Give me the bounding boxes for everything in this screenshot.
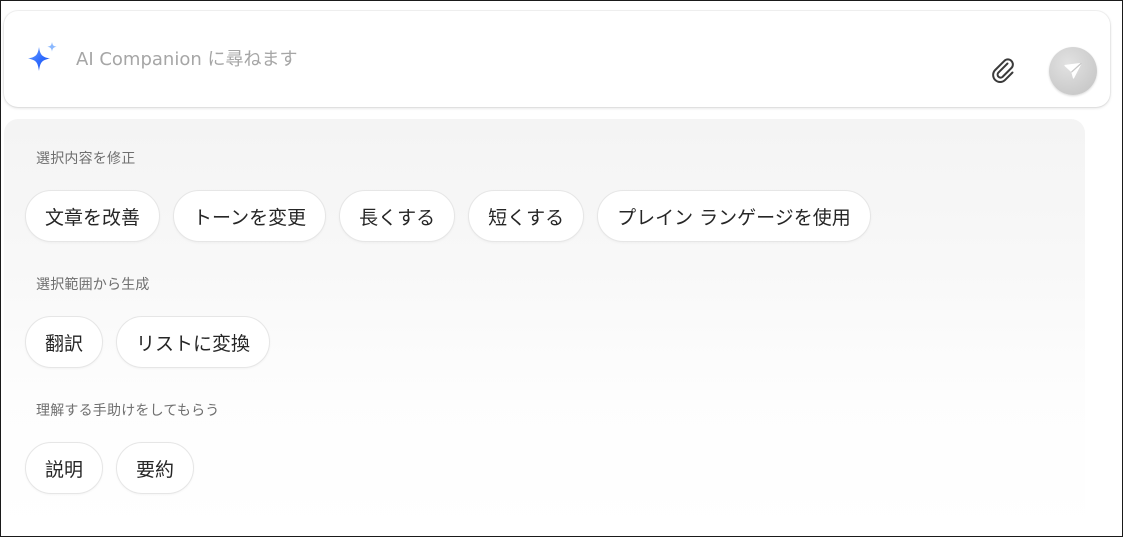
plain-language-chip[interactable]: プレイン ランゲージを使用 [597, 190, 871, 242]
improve-writing-chip[interactable]: 文章を改善 [25, 190, 161, 242]
section-title-generate: 選択範囲から生成 [36, 277, 150, 293]
make-longer-chip[interactable]: 長くする [339, 190, 456, 242]
chip-row-generate: 翻訳 リストに変換 [25, 316, 271, 370]
suggestions-panel: 選択内容を修正 文章を改善 トーンを変更 長くする 短くする プレイン ランゲー… [4, 119, 1085, 535]
section-title-modify: 選択内容を修正 [36, 151, 136, 167]
chip-row-understand: 説明 要約 [25, 442, 195, 496]
make-shorter-chip[interactable]: 短くする [468, 190, 585, 242]
chip-row-modify: 文章を改善 トーンを変更 長くする 短くする プレイン ランゲージを使用 [25, 190, 871, 244]
prompt-bar [4, 11, 1110, 107]
change-tone-chip[interactable]: トーンを変更 [173, 190, 327, 242]
prompt-input[interactable] [76, 41, 956, 77]
section-title-understand: 理解する手助けをしてもらう [36, 403, 220, 419]
send-arrow-icon [1064, 62, 1082, 79]
explain-chip[interactable]: 説明 [25, 442, 104, 494]
convert-to-list-chip[interactable]: リストに変換 [116, 316, 271, 368]
sparkle-icon [22, 41, 60, 79]
send-button[interactable] [1049, 47, 1097, 95]
summarize-chip[interactable]: 要約 [116, 442, 195, 494]
ai-companion-panel: 選択内容を修正 文章を改善 トーンを変更 長くする 短くする プレイン ランゲー… [0, 0, 1123, 537]
paperclip-icon[interactable] [988, 55, 1018, 85]
translate-chip[interactable]: 翻訳 [25, 316, 104, 368]
